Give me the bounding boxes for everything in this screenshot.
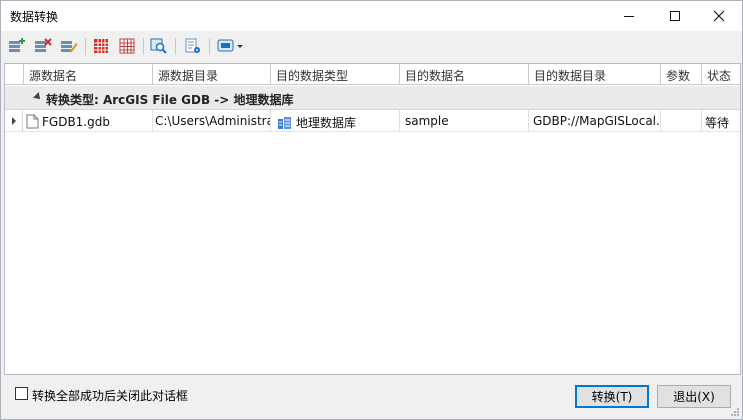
table-row[interactable]: FGDB1.gdb C:\Users\Administrator 地理数据库 s…	[5, 110, 740, 132]
clear-grid-icon	[119, 38, 135, 54]
column-header-dest-dir[interactable]: 目的数据目录	[529, 64, 661, 85]
output-options-dropdown[interactable]	[216, 36, 246, 56]
output-dropdown-icon	[217, 39, 243, 52]
parameter-settings-button[interactable]	[182, 36, 204, 56]
geodatabase-icon	[278, 117, 291, 129]
file-icon	[26, 114, 39, 129]
grid-header: 源数据名 源数据目录 目的数据类型 目的数据名 目的数据目录 参数 状态	[5, 64, 740, 85]
window-title: 数据转换	[10, 10, 59, 24]
column-header-dest-type[interactable]: 目的数据类型	[271, 64, 400, 85]
column-header-dest-name[interactable]: 目的数据名	[400, 64, 529, 85]
dest-type-text: 地理数据库	[296, 116, 357, 130]
group-row-conversion-type[interactable]: 转换类型: ArcGIS File GDB -> 地理数据库	[5, 86, 740, 110]
remove-data-button[interactable]	[32, 36, 54, 56]
close-button[interactable]	[696, 1, 742, 31]
collapse-arrow-icon[interactable]	[33, 92, 43, 102]
resize-grip-icon[interactable]	[730, 407, 740, 417]
cell-source-name[interactable]: FGDB1.gdb	[24, 110, 153, 132]
edit-data-icon	[61, 41, 78, 53]
settings-doc-icon	[185, 38, 200, 53]
toolbar-separator	[143, 38, 144, 55]
column-header-status[interactable]: 状态	[702, 64, 740, 85]
remove-data-icon	[35, 38, 52, 52]
cell-dest-dir[interactable]: GDBP://MapGISLocal...	[529, 110, 661, 132]
clear-selection-button[interactable]	[116, 36, 138, 56]
group-label: 转换类型: ArcGIS File GDB -> 地理数据库	[46, 93, 294, 107]
cell-dest-name[interactable]: sample	[400, 110, 529, 132]
cell-status: 等待	[702, 110, 740, 132]
edit-data-button[interactable]	[58, 36, 80, 56]
row-selector[interactable]	[5, 110, 23, 132]
cell-dest-type[interactable]: 地理数据库	[271, 110, 400, 132]
toolbar-separator	[175, 38, 176, 55]
data-conversion-dialog: 数据转换 源数据名 源数据目录 目的数据类型 目的数据名 目的数据目录 参数 状…	[0, 0, 743, 420]
convert-button[interactable]: 转换(T)	[575, 385, 649, 408]
maximize-button[interactable]	[652, 1, 698, 31]
toolbar-separator	[85, 38, 86, 55]
preview-magnify-icon	[150, 38, 167, 54]
current-row-arrow-icon	[12, 117, 16, 125]
exit-button[interactable]: 退出(X)	[657, 385, 731, 408]
close-on-success-checkbox[interactable]	[15, 387, 28, 400]
toolbar-separator	[209, 38, 210, 55]
maximize-icon	[670, 11, 680, 21]
title-bar: 数据转换	[1, 1, 742, 31]
minimize-icon	[624, 16, 634, 17]
column-header-source-name[interactable]: 源数据名	[24, 64, 153, 85]
column-header-source-dir[interactable]: 源数据目录	[153, 64, 271, 85]
close-icon	[713, 10, 725, 22]
column-header-params[interactable]: 参数	[661, 64, 702, 85]
preview-button[interactable]	[148, 36, 170, 56]
toolbar	[1, 31, 742, 62]
cell-source-dir[interactable]: C:\Users\Administrator	[153, 110, 271, 132]
add-data-button[interactable]	[6, 36, 28, 56]
source-name-text: FGDB1.gdb	[42, 115, 110, 129]
select-all-button[interactable]	[90, 36, 112, 56]
close-on-success-label[interactable]: 转换全部成功后关闭此对话框	[32, 387, 188, 404]
conversion-task-grid[interactable]: 源数据名 源数据目录 目的数据类型 目的数据名 目的数据目录 参数 状态 转换类…	[4, 63, 741, 375]
select-all-grid-icon	[94, 39, 108, 53]
add-data-icon	[9, 38, 25, 52]
cell-params[interactable]	[661, 110, 702, 132]
minimize-button[interactable]	[606, 1, 652, 31]
header-row-selector	[5, 64, 24, 85]
